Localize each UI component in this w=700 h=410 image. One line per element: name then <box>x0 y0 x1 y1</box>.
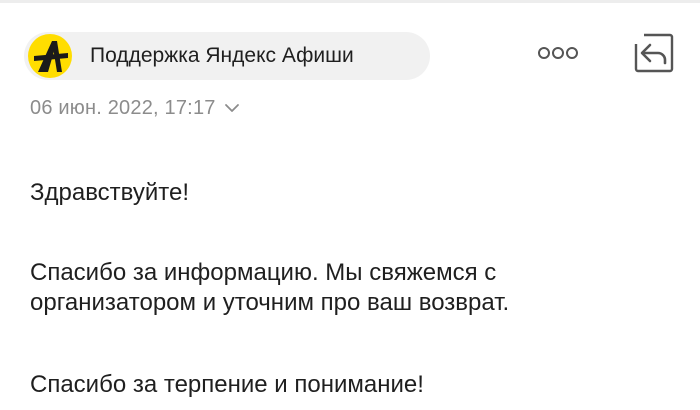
message-date-toggle[interactable]: 06 июн. 2022, 17:17 <box>30 95 240 121</box>
top-divider <box>0 0 700 3</box>
yandex-afisha-logo-icon <box>28 34 72 78</box>
greeting-text: Здравствуйте! <box>30 179 190 206</box>
more-button[interactable] <box>534 38 582 68</box>
reply-button[interactable] <box>630 30 676 76</box>
info-line-1: Спасибо за информацию. Мы свяжемся с <box>30 259 497 286</box>
info-paragraph: Спасибо за информацию. Мы свяжемся с орг… <box>30 258 509 318</box>
thanks-text: Спасибо за терпение и понимание! <box>30 371 424 398</box>
reply-icon <box>634 33 674 73</box>
chevron-down-icon <box>224 104 239 112</box>
sender-name: Поддержка Яндекс Афиши <box>90 44 354 67</box>
more-dots-icon <box>538 47 578 59</box>
message-date: 06 июн. 2022, 17:17 <box>30 96 216 119</box>
sender-chip[interactable]: Поддержка Яндекс Афиши <box>24 32 430 80</box>
info-line-2: организатором и уточним про ваш возврат. <box>30 289 510 316</box>
